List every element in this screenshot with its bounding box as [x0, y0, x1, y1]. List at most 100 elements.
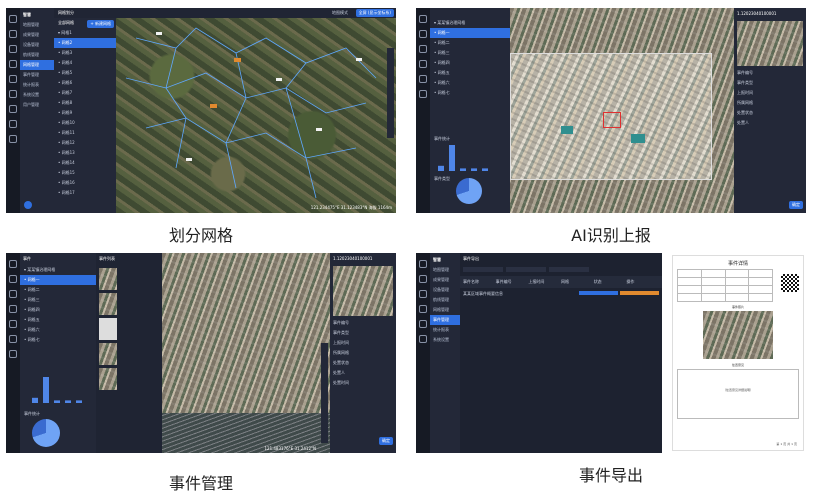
tree-item[interactable]: • 网格16: [54, 178, 116, 188]
page-tab[interactable]: 网格划分: [58, 10, 74, 16]
menu-item[interactable]: 地图管理: [20, 20, 54, 30]
home-icon[interactable]: [419, 15, 427, 23]
menu-item[interactable]: 系统设置: [430, 335, 460, 345]
chart-icon[interactable]: [9, 120, 17, 128]
map-mode-button[interactable]: 地图模式: [332, 10, 348, 16]
home-icon[interactable]: [9, 15, 17, 23]
device-icon[interactable]: [419, 60, 427, 68]
tree-item[interactable]: • 网格六: [430, 78, 510, 88]
tree-item[interactable]: • 网格四: [430, 58, 510, 68]
tree-item[interactable]: • 网格六: [20, 325, 96, 335]
layer-icon[interactable]: [419, 45, 427, 53]
tree-item[interactable]: • 网格2: [54, 38, 116, 48]
layer-icon[interactable]: [9, 45, 17, 53]
menu-item[interactable]: 航线管理: [430, 295, 460, 305]
event-icon[interactable]: [419, 90, 427, 98]
tree-item[interactable]: • 网格三: [430, 48, 510, 58]
layer-icon[interactable]: [9, 290, 17, 298]
tree-item[interactable]: • 网格5: [54, 68, 116, 78]
tree-item[interactable]: • 网格七: [20, 335, 96, 345]
filter-input[interactable]: [549, 267, 589, 272]
device-icon[interactable]: [9, 60, 17, 68]
menu-item[interactable]: 统计报表: [430, 325, 460, 335]
tree-item[interactable]: • 网格二: [20, 285, 96, 295]
menu-item[interactable]: 航线管理: [20, 50, 54, 60]
new-grid-button[interactable]: + 新建网格: [87, 20, 114, 28]
menu-item[interactable]: 用户管理: [20, 100, 54, 110]
device-icon[interactable]: [419, 305, 427, 313]
menu-item[interactable]: 成果管理: [430, 275, 460, 285]
tree-item[interactable]: • 网格9: [54, 108, 116, 118]
tree-item[interactable]: • 网格五: [20, 315, 96, 325]
menu-item[interactable]: 系统设置: [20, 90, 54, 100]
tree-item[interactable]: • 网格3: [54, 48, 116, 58]
device-icon[interactable]: [9, 305, 17, 313]
tree-item[interactable]: • 网格10: [54, 118, 116, 128]
home-icon[interactable]: [419, 260, 427, 268]
tree-item[interactable]: • 网格11: [54, 128, 116, 138]
menu-item[interactable]: 成果管理: [20, 30, 54, 40]
list-item[interactable]: [99, 343, 159, 365]
map-tools[interactable]: [387, 48, 394, 138]
tree-item[interactable]: • 网格五: [430, 68, 510, 78]
menu-item[interactable]: 地图管理: [430, 265, 460, 275]
confirm-button[interactable]: 确定: [789, 201, 803, 209]
filter-input[interactable]: [463, 267, 503, 272]
map-tools[interactable]: [321, 343, 328, 443]
tree-item[interactable]: • 网格二: [430, 38, 510, 48]
grid-icon[interactable]: [419, 320, 427, 328]
menu-item[interactable]: 设备管理: [20, 40, 54, 50]
map-icon[interactable]: [9, 30, 17, 38]
event-icon[interactable]: [9, 350, 17, 358]
tree-item[interactable]: • 网格8: [54, 98, 116, 108]
map-icon[interactable]: [419, 275, 427, 283]
tree-item[interactable]: • 网格四: [20, 305, 96, 315]
route-icon[interactable]: [9, 75, 17, 83]
satellite-map[interactable]: 121.483176°E 31.2412°N: [162, 253, 330, 453]
tree-item[interactable]: • 网格14: [54, 158, 116, 168]
user-avatar[interactable]: [24, 201, 32, 209]
event-icon[interactable]: [9, 105, 17, 113]
confirm-button[interactable]: 确定: [379, 437, 393, 445]
tree-item[interactable]: • 网格三: [20, 295, 96, 305]
list-item[interactable]: [99, 318, 159, 340]
grid-icon[interactable]: [9, 90, 17, 98]
settings-icon[interactable]: [9, 135, 17, 143]
satellite-map[interactable]: 121.234475°E 31.123483°N 海拔 1164m: [116, 18, 396, 213]
tree-item[interactable]: • 网格17: [54, 188, 116, 198]
tree-item[interactable]: • 网格4: [54, 58, 116, 68]
tree-item[interactable]: • 网格15: [54, 168, 116, 178]
menu-item[interactable]: 统计报表: [20, 80, 54, 90]
menu-item[interactable]: 设备管理: [430, 285, 460, 295]
list-item[interactable]: [99, 268, 159, 290]
menu-item-event[interactable]: 事件管理: [430, 315, 460, 325]
map-icon[interactable]: [419, 30, 427, 38]
tree-item[interactable]: • 网格七: [430, 88, 510, 98]
list-item[interactable]: [99, 293, 159, 315]
tree-item[interactable]: • 网格13: [54, 148, 116, 158]
grid-icon[interactable]: [9, 335, 17, 343]
table-row[interactable]: 某某区域事件概要信息: [460, 288, 662, 300]
tree-item[interactable]: ▾ 网格1: [54, 28, 116, 38]
tree-item[interactable]: • 网格一: [430, 28, 510, 38]
tree-item[interactable]: • 网格6: [54, 78, 116, 88]
tree-item[interactable]: ▾ 某某镇治理网格: [20, 265, 96, 275]
list-item[interactable]: [99, 368, 159, 390]
menu-item-grid[interactable]: 网格管理: [20, 60, 54, 70]
route-icon[interactable]: [419, 75, 427, 83]
filter-input[interactable]: [506, 267, 546, 272]
action-badge[interactable]: [620, 291, 659, 295]
menu-item[interactable]: 网格管理: [430, 305, 460, 315]
tree-item[interactable]: ▾ 某某镇治理网格: [430, 18, 510, 28]
menu-item[interactable]: 事件管理: [20, 70, 54, 80]
tree-item[interactable]: • 网格一: [20, 275, 96, 285]
fullscreen-button[interactable]: 全屏 (显示坐标系): [355, 9, 394, 17]
map-icon[interactable]: [9, 275, 17, 283]
tree-item[interactable]: • 网格12: [54, 138, 116, 148]
satellite-map[interactable]: [510, 8, 734, 213]
event-icon[interactable]: [419, 335, 427, 343]
tree-item[interactable]: • 网格7: [54, 88, 116, 98]
home-icon[interactable]: [9, 260, 17, 268]
route-icon[interactable]: [9, 320, 17, 328]
layer-icon[interactable]: [419, 290, 427, 298]
